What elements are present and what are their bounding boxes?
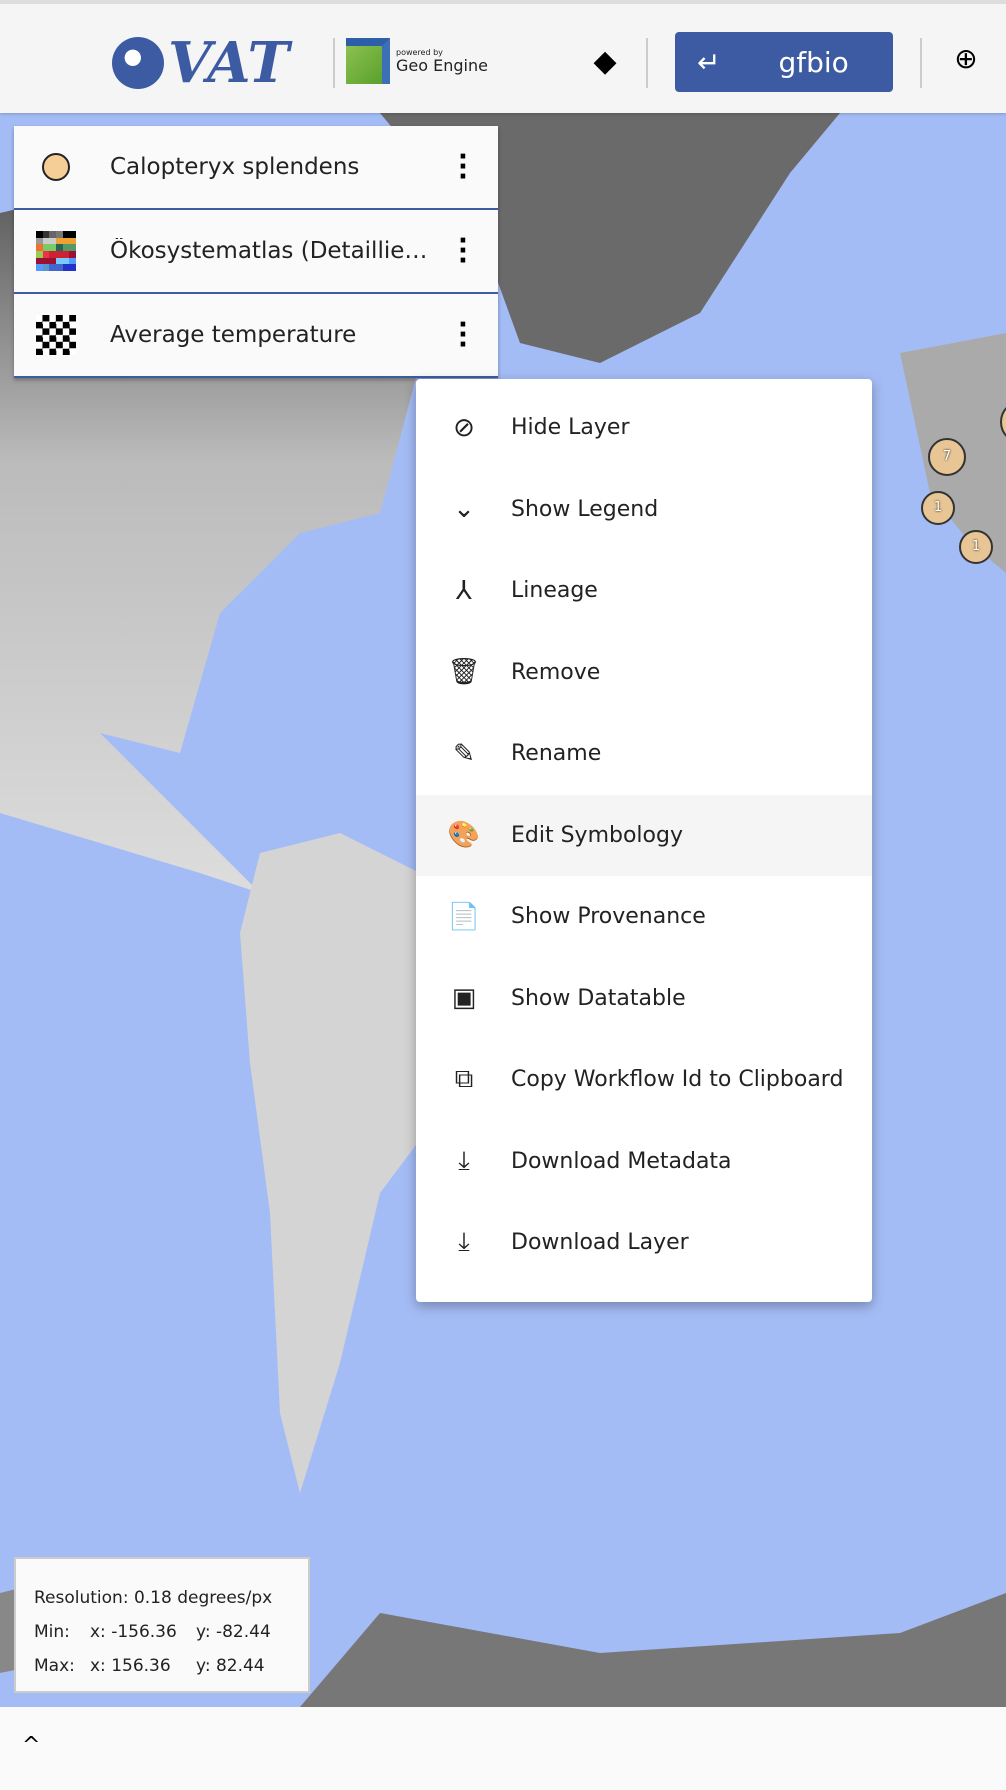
raster-colormap-icon xyxy=(36,231,76,271)
divider xyxy=(333,38,335,88)
back-to-gfbio-button[interactable]: ↵ gfbio xyxy=(675,32,893,92)
cluster-marker[interactable]: 7 xyxy=(928,438,966,476)
menu-item-rename[interactable]: ✎ Rename xyxy=(416,713,872,795)
more-options-icon[interactable]: · · · xyxy=(458,228,468,274)
menu-item-edit-symbology[interactable]: 🎨 Edit Symbology xyxy=(416,794,872,876)
min-label: Min: xyxy=(34,1622,70,1642)
max-label: Max: xyxy=(34,1656,75,1676)
menu-item-show-datatable[interactable]: ▣ Show Datatable xyxy=(416,958,872,1040)
layer-item[interactable]: Ökosystematlas (Detaillierte Klassen) ··… xyxy=(14,210,498,294)
chevron-up-icon[interactable]: ^ xyxy=(22,1733,40,1758)
visibility-off-icon: ⊘ xyxy=(453,412,475,443)
max-y: y: 82.44 xyxy=(196,1656,265,1676)
geo-engine-logo: powered by Geo Engine xyxy=(346,38,488,84)
chevron-down-icon: ⌄ xyxy=(453,494,475,525)
layer-list: Calopteryx splendens · · · Ökosystematlas … xyxy=(14,126,498,378)
more-options-icon[interactable]: · · · xyxy=(458,312,468,358)
pencil-icon: ✎ xyxy=(453,738,475,769)
menu-item-remove[interactable]: 🗑 Remove xyxy=(416,632,872,714)
layers-icon[interactable]: ◆ xyxy=(588,44,622,80)
cluster-marker[interactable]: 1 xyxy=(921,491,955,525)
download-icon: ⤓ xyxy=(458,1227,470,1258)
zoom-in-icon[interactable]: ⊕ xyxy=(946,42,986,75)
copy-icon: ⧉ xyxy=(454,1064,474,1095)
trash-icon: 🗑 xyxy=(447,657,481,688)
divider xyxy=(920,38,922,88)
layer-context-menu: ⊘ Hide Layer ⌄ Show Legend ⅄ Lineage 🗑 Remov… xyxy=(416,379,872,1302)
bottom-panel: ^ xyxy=(0,1707,1006,1790)
checkerboard-icon xyxy=(36,315,76,355)
point-symbol-icon xyxy=(42,153,70,181)
layer-item[interactable]: Calopteryx splendens · · · xyxy=(14,126,498,210)
cluster-marker[interactable]: 1 xyxy=(959,530,993,564)
menu-item-download-metadata[interactable]: ⤓ Download Metadata xyxy=(416,1121,872,1203)
min-x: x: -156.36 xyxy=(90,1622,177,1642)
menu-item-download-layer[interactable]: ⤓ Download Layer xyxy=(416,1202,872,1284)
resolution-text: Resolution: 0.18 degrees/px xyxy=(34,1588,273,1608)
menu-item-lineage[interactable]: ⅄ Lineage xyxy=(416,550,872,632)
divider xyxy=(646,38,648,88)
vat-logo: VAT xyxy=(112,30,289,96)
menu-item-copy-workflow-id[interactable]: ⧉ Copy Workflow Id to Clipboard xyxy=(416,1039,872,1121)
table-window-icon: ▣ xyxy=(451,983,477,1014)
globe-icon xyxy=(112,37,164,89)
menu-item-show-legend[interactable]: ⌄ Show Legend xyxy=(416,469,872,551)
antarctica xyxy=(300,1593,1006,1707)
map-info-box: Resolution: 0.18 degrees/px Min: x: -156.… xyxy=(14,1557,310,1693)
menu-item-hide-layer[interactable]: ⊘ Hide Layer xyxy=(416,387,872,469)
app-header: VAT powered by Geo Engine ◆ ↵ gfbio ⊕ xyxy=(0,0,1006,113)
document-icon: 📄 xyxy=(447,901,481,932)
layer-item[interactable]: Average temperature · · · xyxy=(14,294,498,378)
merge-icon: ⅄ xyxy=(456,575,472,606)
return-icon: ↵ xyxy=(697,45,721,79)
max-x: x: 156.36 xyxy=(90,1656,171,1676)
more-options-icon[interactable]: · · · xyxy=(458,144,468,190)
min-y: y: -82.44 xyxy=(196,1622,271,1642)
download-icon: ⤓ xyxy=(458,1145,470,1176)
palette-icon: 🎨 xyxy=(447,820,481,851)
menu-item-show-provenance[interactable]: 📄 Show Provenance xyxy=(416,876,872,958)
geo-engine-icon xyxy=(346,38,390,84)
